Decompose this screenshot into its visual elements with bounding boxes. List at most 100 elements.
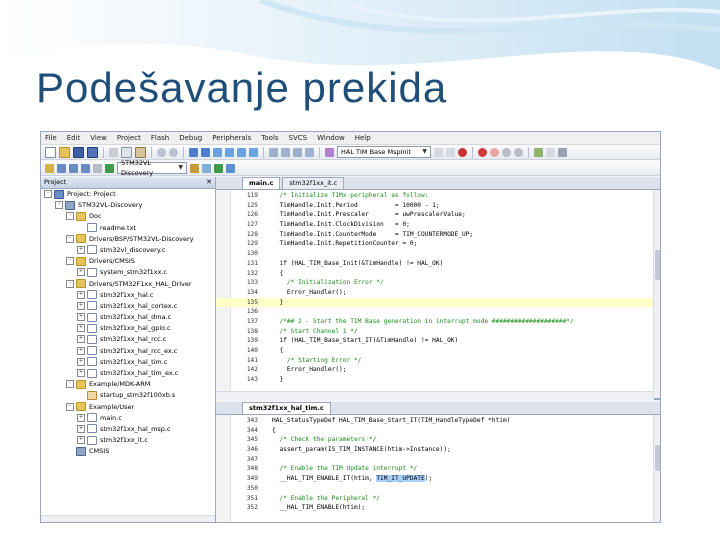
tree-item[interactable]: + stm32f1xx_it.c [41,435,215,446]
tree-item[interactable]: + stm32f1xx_hal_rcc.c [41,334,215,345]
scrollbar-thumb[interactable] [655,445,660,471]
expand-icon[interactable]: + [77,324,85,333]
configure-icon[interactable] [558,147,567,157]
chevron-down-icon[interactable]: ▼ [178,163,183,173]
code-line[interactable]: 131 if (HAL_TIM_Base_Init(&TimHandle) !=… [216,259,660,269]
expand-icon[interactable]: + [77,436,85,445]
tree-item[interactable]: + stm32f1xx_hal_gpio.c [41,323,215,334]
editor-secondary-body[interactable]: 343 HAL_StatusTypeDef HAL_TIM_Base_Start_… [216,415,660,522]
menu-file[interactable]: File [45,134,57,142]
expand-icon[interactable]: + [77,313,85,322]
tree-item[interactable]: + stm32f1xx_hal_tim.c [41,357,215,368]
menu-edit[interactable]: Edit [67,134,81,142]
tree-item[interactable]: readme.txt [41,223,215,234]
breakpoint-disable-icon[interactable] [490,147,499,157]
code-line[interactable]: 138 /* Start Channel 1 */ [216,327,660,337]
tree-item[interactable]: - Drivers/BSP/STM32VL-Discovery [41,234,215,245]
bookmark-clear-icon[interactable] [249,147,258,157]
tree-item[interactable]: CMSIS [41,446,215,457]
open-folder-icon[interactable] [59,146,70,158]
select-packs-icon[interactable] [226,163,235,173]
comment-icon[interactable] [293,147,302,157]
collapse-icon[interactable]: - [66,279,74,288]
cut-icon[interactable] [109,147,118,157]
breakpoint-all-icon[interactable] [514,147,523,157]
rebuild-icon[interactable] [69,163,78,173]
tree-item[interactable]: + stm32f1xx_hal.c [41,290,215,301]
tree-item[interactable]: + stm32f1xx_hal_dma.c [41,312,215,323]
save-icon[interactable] [73,146,84,158]
code-line[interactable]: 343 HAL_StatusTypeDef HAL_TIM_Base_Start_… [216,416,660,426]
expand-icon[interactable]: + [77,301,85,310]
code-line[interactable]: 350 [216,484,660,494]
code-line[interactable]: 348 /* Enable the TIM Update interrupt *… [216,464,660,474]
editor-tab[interactable]: stm32f1xx_hal_tim.c [242,402,331,414]
file-extensions-icon[interactable] [202,163,211,173]
code-line[interactable]: 347 [216,455,660,465]
tree-item[interactable]: + main.c [41,413,215,424]
tree-item[interactable]: + stm32f1xx_hal_tim_ex.c [41,368,215,379]
collapse-icon[interactable]: - [44,190,52,198]
save-all-icon[interactable] [87,146,98,158]
menu-window[interactable]: Window [317,134,345,142]
editor-main-body[interactable]: 119 /* Initialize TIMx peripheral as fol… [216,190,660,400]
tree-item[interactable]: + stm32f1xx_hal_msp.c [41,424,215,435]
debug-start-icon[interactable] [458,147,467,157]
build-icon[interactable] [57,163,66,173]
code-line[interactable]: 139 if (HAL_TIM_Base_Start_IT(&TimHandle… [216,336,660,346]
tree-item[interactable]: + stm32f1xx_hal_cortex.c [41,301,215,312]
paste-icon[interactable] [135,146,146,158]
menu-project[interactable]: Project [117,134,141,142]
stop-build-icon[interactable] [93,163,102,173]
expand-icon[interactable]: + [77,346,85,355]
editor-horizontal-scrollbar[interactable] [216,391,654,400]
collapse-icon[interactable]: - [66,234,74,243]
window-layout-icon[interactable] [534,147,543,157]
menu-flash[interactable]: Flash [151,134,169,142]
breakpoint-icon[interactable] [478,147,487,157]
tree-item[interactable]: - Example/User [41,402,215,413]
find-in-files-icon[interactable] [325,147,334,157]
expand-icon[interactable]: + [77,268,85,277]
editor-tab[interactable]: main.c [242,177,281,189]
expand-icon[interactable]: + [77,357,85,366]
tree-item[interactable]: - Drivers/CMSIS [41,256,215,267]
editor-tab[interactable]: stm32f1xx_it.c [282,177,345,189]
tree-item[interactable]: + stm32vl_discovery.c [41,245,215,256]
code-line[interactable]: 126 TimHandle.Init.Prescaler = uwPrescal… [216,210,660,220]
menu-peripherals[interactable]: Peripherals [212,134,251,142]
incremental-find-icon[interactable] [446,147,455,157]
translate-icon[interactable] [45,163,54,173]
expand-icon[interactable]: + [77,245,85,254]
code-line[interactable]: 129 TimHandle.Init.RepetitionCounter = 0… [216,239,660,249]
expand-icon[interactable]: + [77,369,85,377]
code-line[interactable]: 142 Error_Handler(); [216,365,660,375]
undo-icon[interactable] [157,147,166,157]
menu-debug[interactable]: Debug [179,134,202,142]
menu-tools[interactable]: Tools [261,134,278,142]
collapse-icon[interactable]: - [66,380,74,389]
tree-item[interactable]: startup_stm32f100xb.s [41,390,215,401]
collapse-icon[interactable]: - [66,257,74,266]
code-line[interactable]: 125 TimHandle.Init.Period = 10000 - 1; [216,201,660,211]
bookmark-prev-icon[interactable] [225,147,234,157]
target-select[interactable]: STM32VL Discovery ▼ [117,159,187,177]
tree-item[interactable]: + system_stm32f1xx.c [41,267,215,278]
collapse-icon[interactable]: - [66,212,74,221]
code-line[interactable]: 143 } [216,375,660,385]
code-line[interactable]: 119 /* Initialize TIMx peripheral as fol… [216,191,660,201]
code-line[interactable]: 136 [216,307,660,317]
code-line[interactable]: 351 /* Enable the Peripheral */ [216,494,660,504]
expand-icon[interactable]: + [77,290,85,299]
tree-item[interactable]: - Project: Project [41,189,215,200]
code-line[interactable]: 137 /*## 2 - Start the TIM Base generati… [216,317,660,327]
code-line[interactable]: 127 TimHandle.Init.ClockDivision = 0; [216,220,660,230]
scrollbar-thumb[interactable] [655,250,660,280]
window-select-icon[interactable] [546,147,555,157]
code-line[interactable]: 345 /* Check the parameters */ [216,435,660,445]
selected-text[interactable]: TIM_IT_UPDATE [376,475,425,483]
download-icon[interactable] [105,163,114,173]
menu-view[interactable]: View [90,134,107,142]
collapse-icon[interactable]: - [66,402,74,411]
code-line[interactable]: 140 { [216,346,660,356]
